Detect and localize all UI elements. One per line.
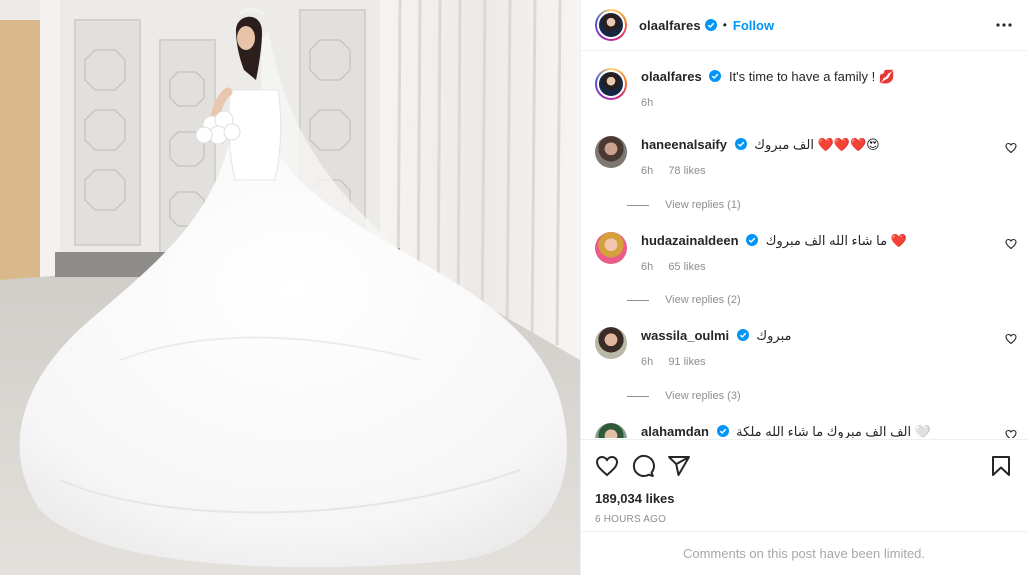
commenter-avatar[interactable]: [595, 423, 627, 438]
post-timestamp: 6 HOURS AGO: [595, 514, 667, 525]
view-replies-button[interactable]: View replies (2): [627, 294, 741, 306]
comments-limited-notice: Comments on this post have been limited.: [581, 531, 1027, 575]
comment-likes[interactable]: 78 likes: [668, 165, 705, 177]
comment-time: 6h: [641, 356, 654, 368]
wedding-photo-illustration: [0, 0, 580, 575]
verified-badge-icon: [736, 329, 749, 341]
share-icon[interactable]: [667, 454, 691, 478]
verified-badge-icon: [709, 70, 722, 82]
comment-icon[interactable]: [631, 454, 655, 478]
comment-meta: 6h 78 likes: [641, 162, 987, 180]
comment-time: 6h: [641, 261, 654, 273]
comments-list[interactable]: olaalfares It's time to have a family ! …: [581, 52, 1027, 438]
verified-badge-icon: [734, 138, 747, 150]
comment-body: alahamdan الف الف مبروك ما شاء الله ملكة…: [641, 423, 987, 438]
commenter-avatar[interactable]: [595, 136, 627, 168]
view-replies-button[interactable]: View replies (1): [627, 199, 741, 211]
replies-divider: [627, 299, 649, 301]
caption-text: It's time to have a family ! 💋: [728, 69, 896, 84]
comment-like-icon[interactable]: [1005, 333, 1017, 345]
replies-divider: [627, 204, 649, 206]
caption-meta: 6h: [641, 94, 987, 112]
more-options-icon[interactable]: [995, 16, 1013, 34]
view-replies-label: View replies (3): [665, 390, 741, 402]
comment-username[interactable]: wassila_oulmi: [641, 328, 729, 343]
post-side-panel: olaalfares • Follow olaalfares It's time…: [580, 0, 1027, 575]
comment-time: 6h: [641, 165, 654, 177]
post-actions: 189,034 likes 6 HOURS AGO: [581, 439, 1027, 531]
comment-body: haneenalsaify الف مبروك ❤️❤️❤️😍 6h 78 li…: [641, 136, 987, 180]
comment-likes[interactable]: 65 likes: [668, 261, 705, 273]
likes-count[interactable]: 189,034 likes: [595, 491, 675, 506]
verified-badge-icon: [746, 234, 759, 246]
replies-divider: [627, 395, 649, 397]
comment-text: الف مبروك ❤️❤️❤️😍: [754, 137, 880, 152]
verified-badge-icon: [704, 19, 717, 31]
comment-username[interactable]: alahamdan: [641, 424, 709, 438]
caption-body: olaalfares It's time to have a family ! …: [641, 68, 987, 112]
bookmark-icon[interactable]: [989, 454, 1013, 478]
comment-username[interactable]: haneenalsaify: [641, 137, 727, 152]
verified-badge-icon: [716, 425, 729, 437]
commenter-avatar[interactable]: [595, 327, 627, 359]
author-avatar[interactable]: [595, 9, 627, 41]
post-header: olaalfares • Follow: [581, 0, 1027, 51]
commenter-avatar[interactable]: [595, 232, 627, 264]
comment-meta: 6h 65 likes: [641, 258, 987, 276]
caption-avatar[interactable]: [595, 68, 627, 100]
follow-button[interactable]: Follow: [733, 18, 774, 33]
comment-body: hudazainaldeen ما شاء الله الف مبروك ❤️ …: [641, 232, 987, 276]
comment-meta: 6h 91 likes: [641, 353, 987, 371]
comment-likes[interactable]: 91 likes: [668, 356, 705, 368]
comment-like-icon[interactable]: [1005, 142, 1017, 154]
comment-body: wassila_oulmi مبروك 6h 91 likes: [641, 327, 987, 371]
comment-text: مبروك: [756, 328, 792, 343]
comment-text: ما شاء الله الف مبروك ❤️: [765, 233, 907, 248]
view-replies-button[interactable]: View replies (3): [627, 390, 741, 402]
caption-time: 6h: [641, 97, 654, 109]
comment-text: الف الف مبروك ما شاء الله ملكة 🤍: [736, 424, 931, 438]
comment-like-icon[interactable]: [1005, 429, 1017, 438]
view-replies-label: View replies (2): [665, 294, 741, 306]
author-username[interactable]: olaalfares: [639, 18, 701, 33]
caption-username[interactable]: olaalfares: [641, 69, 702, 84]
heart-icon[interactable]: [595, 454, 619, 478]
separator-dot: •: [722, 18, 727, 32]
view-replies-label: View replies (1): [665, 199, 741, 211]
comment-like-icon[interactable]: [1005, 238, 1017, 250]
post-photo[interactable]: [0, 0, 580, 575]
comment-username[interactable]: hudazainaldeen: [641, 233, 739, 248]
